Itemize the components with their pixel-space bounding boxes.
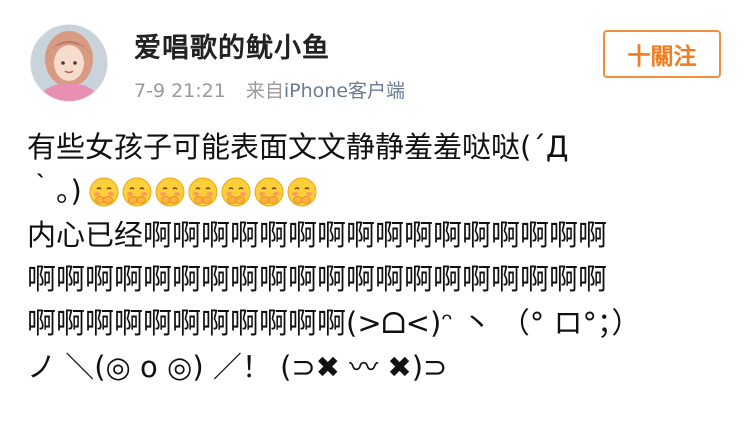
avatar[interactable]	[30, 24, 108, 102]
source-link[interactable]: iPhone客户端	[284, 80, 405, 102]
username[interactable]: 爱唱歌的鱿小鱼	[134, 26, 330, 65]
post-line-2: ｀。)	[27, 169, 727, 213]
follow-button[interactable]: 十關注	[603, 30, 721, 78]
emoji-row	[88, 171, 319, 215]
post-meta: 7-9 21:21 来自iPhone客户端	[134, 76, 405, 103]
shy-covering-face-emoji	[154, 176, 186, 208]
post-line-1: 有些女孩子可能表面文文静静羞羞哒哒(´Д	[27, 130, 569, 164]
post-line-5: 啊啊啊啊啊啊啊啊啊啊啊(>ᗝ<)ᵔ 丶 （° ロ°；）	[27, 306, 641, 340]
post-line-4: 啊啊啊啊啊啊啊啊啊啊啊啊啊啊啊啊啊啊啊啊	[27, 262, 608, 296]
shy-covering-face-emoji	[253, 176, 285, 208]
shy-covering-face-emoji	[286, 176, 318, 208]
post-line-6: ノ ＼(◎ o ◎) ／！ (⊃✖ 〰 ✖)⊃	[27, 350, 448, 384]
shy-covering-face-emoji	[220, 176, 252, 208]
post-header: 爱唱歌的鱿小鱼 7-9 21:21 来自iPhone客户端 十關注	[0, 0, 750, 110]
post-content: 有些女孩子可能表面文文静静羞羞哒哒(´Д ｀。) 内心已经啊啊啊啊啊啊啊啊啊啊啊…	[27, 125, 727, 389]
shy-covering-face-emoji	[121, 176, 153, 208]
shy-covering-face-emoji	[187, 176, 219, 208]
shy-covering-face-emoji	[88, 176, 120, 208]
source-prefix: 来自	[245, 80, 284, 102]
post-line-3: 内心已经啊啊啊啊啊啊啊啊啊啊啊啊啊啊啊啊	[27, 218, 608, 252]
post-line-2-text: ｀。)	[27, 174, 82, 208]
post-time: 7-9 21:21	[134, 80, 226, 102]
